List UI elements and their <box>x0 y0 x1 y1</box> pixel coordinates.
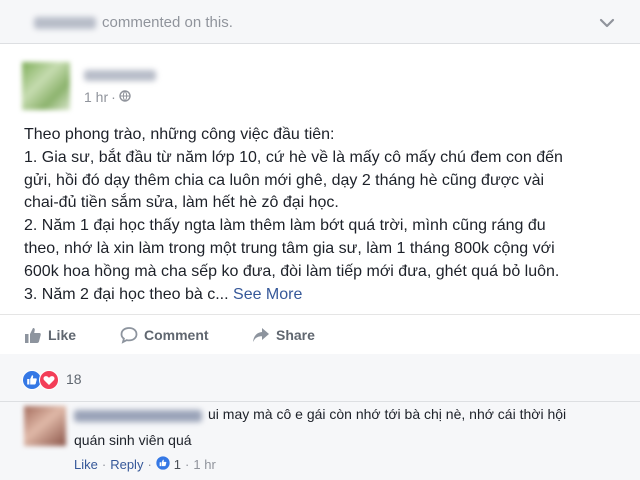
author-avatar[interactable] <box>22 62 70 110</box>
post-meta: 1 hr · <box>84 89 131 105</box>
comment-text-line2: quán sinh viên quá <box>74 432 192 448</box>
post-line: 2. Năm 1 đại học thấy ngta làm thêm làm … <box>24 217 546 235</box>
comment-item: ui may mà cô e gái còn nhớ tới bà chị nè… <box>0 402 640 480</box>
post-card: 1 hr · Theo phong trào, những công việc … <box>0 44 640 354</box>
blurred-commenter-name[interactable] <box>74 410 202 422</box>
see-more-link[interactable]: See More <box>233 286 302 303</box>
reaction-count[interactable]: 18 <box>66 371 82 387</box>
post-line: Theo phong trào, những công việc đầu tiê… <box>24 126 335 143</box>
comment-text-line1: ui may mà cô e gái còn nhớ tới bà chị nè… <box>208 406 567 422</box>
post-line-truncated: 3. Năm 2 đại học theo bà c... <box>24 285 229 303</box>
comment-label: Comment <box>144 327 209 343</box>
reaction-icons <box>22 370 59 395</box>
notification-header: commented on this. <box>0 0 640 44</box>
thumbs-up-icon <box>24 326 42 344</box>
blurred-author-name[interactable] <box>84 70 156 81</box>
post-line: theo, nhớ là xin làm trong một trung tâm… <box>24 239 555 257</box>
post-line: 600k hoa hồng mà cha sếp ko đưa, đòi làm… <box>24 262 560 280</box>
post-line: chai-đủ tiền sắm sửa, làm hết hè zô đại … <box>24 194 339 212</box>
comment-like-count[interactable]: 1 <box>174 457 181 472</box>
share-button[interactable]: Share <box>252 326 315 344</box>
comment-button[interactable]: Comment <box>120 326 209 344</box>
like-button[interactable]: Like <box>24 326 76 344</box>
post-body: Theo phong trào, những công việc đầu tiê… <box>24 124 634 306</box>
blurred-actor-name <box>34 17 96 29</box>
speech-bubble-icon <box>120 326 138 344</box>
post-line: gửi, hồi đó dạy thêm chia ca luôn mới gh… <box>24 171 545 189</box>
commenter-avatar[interactable] <box>24 406 66 446</box>
chevron-down-icon[interactable] <box>596 14 618 32</box>
post-line: 1. Gia sư, bắt đầu từ năm lớp 10, cứ hè … <box>24 148 563 166</box>
comment-like-icon[interactable] <box>156 456 170 473</box>
comment-like-link[interactable]: Like <box>74 457 98 472</box>
header-action-text: commented on this. <box>102 14 233 31</box>
love-icon <box>39 370 59 395</box>
post-time[interactable]: 1 hr <box>84 89 108 105</box>
comment-reply-link[interactable]: Reply <box>110 457 143 472</box>
share-arrow-icon <box>252 326 270 344</box>
post-line-last: 3. Năm 2 đại học theo bà c... See More <box>24 284 634 307</box>
share-label: Share <box>276 327 315 343</box>
comment-time[interactable]: 1 hr <box>193 457 215 472</box>
globe-icon <box>119 89 131 105</box>
like-label: Like <box>48 327 77 343</box>
post-actions-bar: Like Comment Share <box>0 314 640 354</box>
reactions-bar[interactable]: 18 <box>0 354 640 402</box>
comment-actions: Like · Reply · 1 · 1 hr <box>74 456 216 473</box>
